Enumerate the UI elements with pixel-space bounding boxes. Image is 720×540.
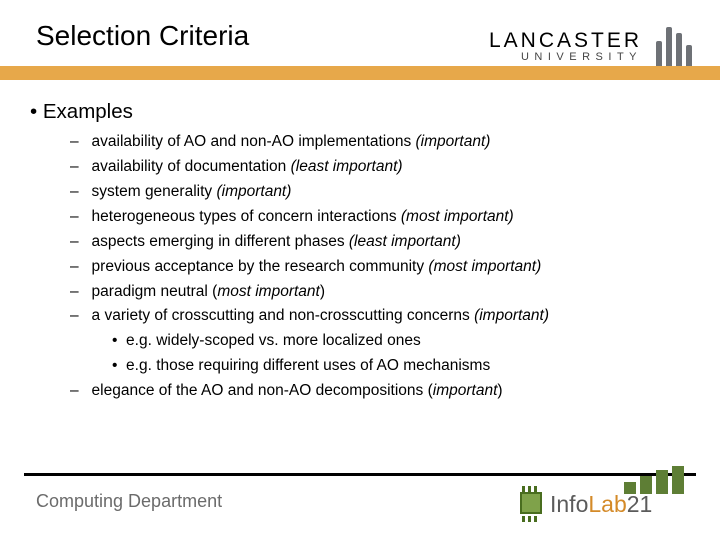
bullet-text: heterogeneous types of concern interacti… <box>92 208 401 225</box>
bullet-item: paradigm neutral (most important) <box>70 282 690 303</box>
bullet-text: previous acceptance by the research comm… <box>92 258 429 275</box>
divider-bar <box>0 66 720 80</box>
bullet-text: availability of documentation <box>92 158 291 175</box>
bullet-text: paradigm neutral ( <box>92 283 218 300</box>
slide: Selection Criteria LANCASTER UNIVERSITY … <box>0 0 720 540</box>
infolab-accent: Lab <box>588 491 626 517</box>
bullet-note: (most important) <box>428 258 541 275</box>
bars-icon <box>618 466 684 494</box>
bullet-item: previous acceptance by the research comm… <box>70 257 690 278</box>
bullet-subitem: e.g. widely-scoped vs. more localized on… <box>112 331 690 352</box>
bullet-text: aspects emerging in different phases <box>92 233 349 250</box>
bullet-text: availability of AO and non-AO implementa… <box>92 133 416 150</box>
bullet-item: a variety of crosscutting and non-crossc… <box>70 306 690 327</box>
bullet-item: heterogeneous types of concern interacti… <box>70 207 690 228</box>
bullet-text: system generality <box>92 183 217 200</box>
bullet-note: (important) <box>216 183 291 200</box>
bullet-item: elegance of the AO and non-AO decomposit… <box>70 381 690 402</box>
bullet-item: availability of documentation (least imp… <box>70 157 690 178</box>
footer-department: Computing Department <box>36 491 222 512</box>
infolab-main: Info <box>550 491 588 517</box>
bullet-note: (important) <box>416 133 491 150</box>
bullet-item: system generality (important) <box>70 182 690 203</box>
bullet-tail: ) <box>320 283 325 300</box>
bullet-tail: ) <box>497 382 502 399</box>
chip-icon <box>514 486 546 522</box>
bullet-note: important <box>433 382 498 399</box>
bullet-item: aspects emerging in different phases (le… <box>70 232 690 253</box>
lancaster-logo-top: LANCASTER <box>489 30 642 52</box>
bullet-text: elegance of the AO and non-AO decomposit… <box>92 382 433 399</box>
bullet-text: a variety of crosscutting and non-crossc… <box>92 307 475 324</box>
bullet-note: (least important) <box>291 158 403 175</box>
bullet-item: availability of AO and non-AO implementa… <box>70 132 690 153</box>
bullet-note: (important) <box>474 307 549 324</box>
infolab-logo-text: InfoLab21 <box>550 491 652 518</box>
content-area: Examples availability of AO and non-AO i… <box>30 100 690 406</box>
infolab-logo: InfoLab21 <box>514 472 684 528</box>
lancaster-logo-text: LANCASTER UNIVERSITY <box>489 30 642 64</box>
lancaster-logo-bottom: UNIVERSITY <box>489 52 642 64</box>
bullet-lvl1: Examples <box>30 100 690 124</box>
bullet-note: (most important) <box>401 208 514 225</box>
infolab-suffix: 21 <box>627 491 653 517</box>
bullet-note: (least important) <box>349 233 461 250</box>
slide-title: Selection Criteria <box>36 20 249 52</box>
bullet-note: most important <box>217 283 320 300</box>
bullet-subitem: e.g. those requiring different uses of A… <box>112 356 690 377</box>
